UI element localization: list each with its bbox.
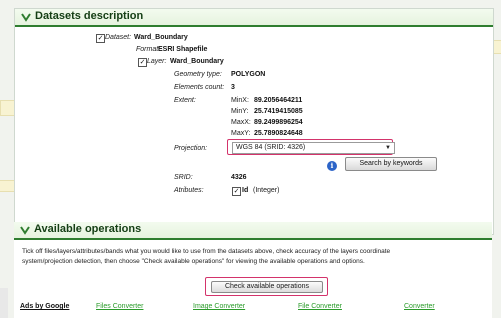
maxy-label: MaxY: <box>231 130 251 137</box>
footer-link-image-converter[interactable]: Image Converter <box>193 303 245 310</box>
datasets-header[interactable]: Datasets description <box>15 9 493 27</box>
geometry-value: POLYGON <box>231 71 266 78</box>
maxx-label: MaxX: <box>231 119 251 126</box>
miny-label: MinY: <box>231 108 249 115</box>
elements-value: 3 <box>231 84 235 91</box>
collapse-chevron-icon[interactable] <box>19 10 33 24</box>
projection-selected-value: WGS 84 (SRID: 4326) <box>236 144 306 151</box>
attributes-label: Atributes: <box>174 187 204 194</box>
dropdown-arrow-icon[interactable]: ▼ <box>385 143 391 153</box>
ads-by-google-link[interactable]: Ads by Google <box>20 303 69 310</box>
info-icon[interactable]: i <box>327 161 337 171</box>
operations-header[interactable]: Available operations <box>14 222 492 240</box>
footer-link-file-converter[interactable]: File Converter <box>298 303 342 310</box>
search-by-keywords-button[interactable]: Search by keywords <box>345 157 437 171</box>
layer-label: Layer: <box>147 58 167 65</box>
attribute-checkbox[interactable]: ✓ <box>232 187 241 196</box>
layer-name: Ward_Boundary <box>170 58 224 65</box>
operations-description-line1: Tick off files/layers/attributes/bands w… <box>22 248 391 255</box>
format-label: Format: <box>136 46 161 53</box>
geometry-label: Geometry type: <box>174 71 222 78</box>
minx-label: MinX: <box>231 97 249 104</box>
dataset-checkbox[interactable]: ✓ <box>96 34 105 43</box>
projection-select[interactable]: WGS 84 (SRID: 4326) ▼ <box>232 142 395 154</box>
maxy-value: 25.7890824648 <box>254 130 303 137</box>
check-available-operations-button[interactable]: Check available operations <box>211 281 323 293</box>
footer-link-files-converter[interactable]: Files Converter <box>96 303 143 310</box>
dataset-name: Ward_Boundary <box>134 34 188 41</box>
format-value: ESRI Shapefile <box>158 46 208 53</box>
srid-value: 4326 <box>231 174 247 181</box>
miny-value: 25.7419415085 <box>254 108 303 115</box>
collapse-chevron-icon[interactable] <box>18 223 32 237</box>
operations-description-line2: system/projection detection, then choose… <box>22 258 365 265</box>
dataset-label: Dataset: <box>105 34 132 41</box>
srid-label: SRID: <box>174 174 193 181</box>
attribute-type: (Integer) <box>253 187 280 194</box>
elements-label: Elements count: <box>174 84 225 91</box>
layer-checkbox[interactable]: ✓ <box>138 58 147 67</box>
maxx-value: 89.2499896254 <box>254 119 303 126</box>
attribute-name: Id <box>242 187 249 194</box>
datasets-title: Datasets description <box>35 10 144 22</box>
projection-label: Projection: <box>174 145 208 152</box>
minx-value: 89.2056464211 <box>254 97 303 104</box>
footer-link-converter[interactable]: Converter <box>404 303 435 310</box>
scroll-indicator[interactable] <box>0 288 8 318</box>
operations-title: Available operations <box>34 223 142 235</box>
extent-label: Extent: <box>174 97 196 104</box>
